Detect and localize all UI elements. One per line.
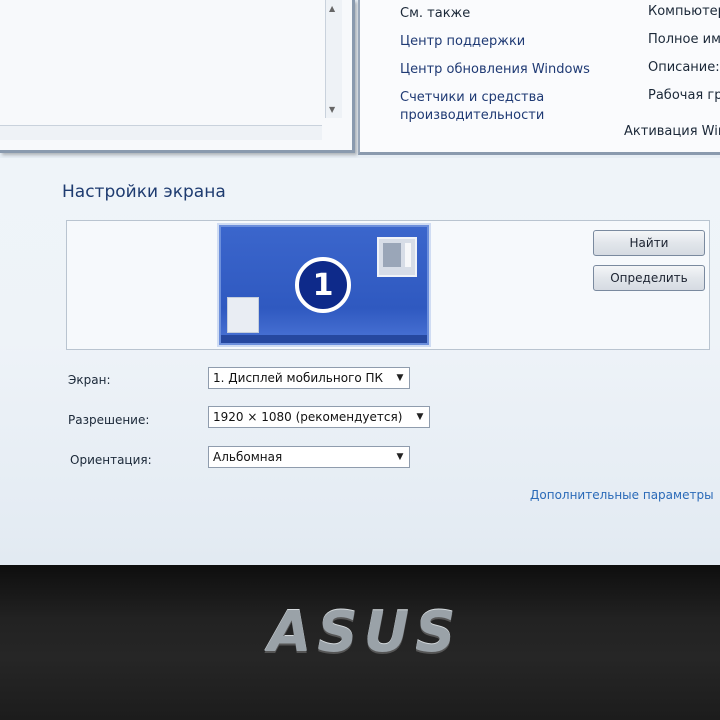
window-thumbnail-icon bbox=[377, 237, 417, 277]
vertical-scrollbar[interactable]: ▲ ▼ bbox=[325, 0, 342, 118]
resolution-select-value: 1920 × 1080 (рекомендуется) bbox=[213, 410, 403, 424]
sidebar-thumbnail-icon bbox=[227, 297, 259, 333]
monitor-preview-area: 1 Найти Определить bbox=[66, 220, 710, 350]
left-window: ▲ ▼ bbox=[0, 0, 355, 153]
link-performance[interactable]: Счетчики и средства производительности bbox=[400, 89, 600, 125]
page-title: Настройки экрана bbox=[62, 182, 226, 202]
chevron-down-icon: ▼ bbox=[396, 373, 404, 383]
link-windows-update[interactable]: Центр обновления Windows bbox=[400, 61, 600, 79]
orientation-select-value: Альбомная bbox=[213, 450, 283, 464]
scroll-down-icon[interactable]: ▼ bbox=[329, 105, 335, 114]
resolution-select[interactable]: 1920 × 1080 (рекомендуется) ▼ bbox=[208, 406, 430, 428]
display-select[interactable]: 1. Дисплей мобильного ПК ▼ bbox=[208, 367, 410, 389]
identify-button[interactable]: Определить bbox=[593, 265, 705, 291]
display-label: Экран: bbox=[68, 373, 111, 387]
taskbar-thumbnail bbox=[221, 335, 427, 343]
laptop-bezel: ASUS bbox=[0, 565, 720, 720]
advanced-settings-link[interactable]: Дополнительные параметры bbox=[530, 488, 714, 502]
label-computer: Компьютер: bbox=[648, 4, 720, 19]
label-description: Описание: bbox=[648, 60, 720, 75]
orientation-select[interactable]: Альбомная ▼ bbox=[208, 446, 410, 468]
screen: ▲ ▼ См. также Центр поддержки Центр обно… bbox=[0, 0, 720, 565]
activation-label: Активация Wind bbox=[624, 124, 720, 139]
asus-logo: ASUS bbox=[268, 600, 462, 665]
label-workgroup: Рабочая гру bbox=[648, 88, 720, 103]
find-button[interactable]: Найти bbox=[593, 230, 705, 256]
label-full-name: Полное имя bbox=[648, 32, 720, 47]
chevron-down-icon: ▼ bbox=[396, 452, 404, 462]
system-info-labels: Компьютер: Полное имя Описание: Рабочая … bbox=[648, 4, 720, 116]
display-select-value: 1. Дисплей мобильного ПК bbox=[213, 371, 384, 385]
see-also-header: См. также bbox=[400, 6, 471, 21]
system-window: См. также Центр поддержки Центр обновлен… bbox=[358, 0, 720, 155]
background-windows: ▲ ▼ См. также Центр поддержки Центр обно… bbox=[0, 0, 720, 158]
monitor-1-thumbnail[interactable]: 1 bbox=[219, 225, 429, 345]
orientation-label: Ориентация: bbox=[70, 453, 152, 467]
chevron-down-icon: ▼ bbox=[416, 412, 424, 422]
link-support-center[interactable]: Центр поддержки bbox=[400, 33, 600, 51]
see-also-section: См. также Центр поддержки Центр обновлен… bbox=[400, 6, 600, 135]
resolution-label: Разрешение: bbox=[68, 413, 150, 427]
scroll-up-icon[interactable]: ▲ bbox=[329, 4, 335, 13]
monitor-number-badge: 1 bbox=[295, 257, 351, 313]
horizontal-scrollbar[interactable] bbox=[0, 125, 322, 140]
